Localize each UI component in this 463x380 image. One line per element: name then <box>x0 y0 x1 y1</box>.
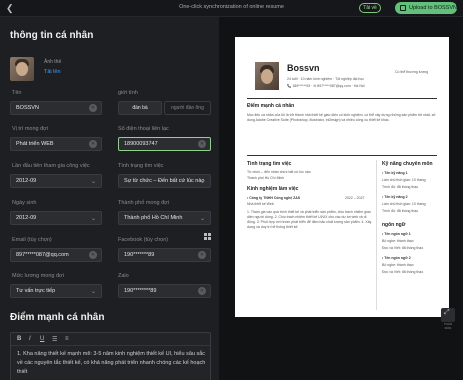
resume-photo <box>255 62 279 90</box>
edit-panel: thông tin cá nhân Ảnh thẻ Tải lên Tên BO… <box>0 17 219 380</box>
resume-lang2: • Tên ngôn ngữ 2 <box>382 256 411 260</box>
grid-icon[interactable] <box>204 233 211 240</box>
resume-skill1-duration: Làm chủ thời gian: 10 tháng <box>382 178 426 182</box>
resume-experience-head: Kinh nghiệm làm việc <box>247 186 299 192</box>
start-work-select[interactable]: 2012-09 ⌄ <box>10 174 102 188</box>
clear-icon[interactable]: ✕ <box>198 287 206 295</box>
resume-lang1: • Tên ngôn ngữ 1 <box>382 232 411 236</box>
resume-name: Bossvn <box>287 63 320 73</box>
resume-skill2-level: Trình độ: đã thông thạo <box>382 209 419 213</box>
city-label: Thành phố mong đợi <box>118 200 170 206</box>
fullscreen-label: TOÀN MÀN <box>443 322 453 330</box>
resume-company-dates: 2022 – 2027 <box>345 196 365 200</box>
section-divider <box>247 155 437 156</box>
zalo-label: Zalo <box>118 273 129 279</box>
resume-lang2-level: Bộ nghe: thành thạo <box>382 263 414 267</box>
phone-input[interactable]: 18900093747 ✕ <box>118 137 211 151</box>
start-work-label: Lần đầu tiên tham gia công việc <box>12 163 90 169</box>
numbered-list-icon[interactable]: ≡ <box>65 336 69 342</box>
facebook-input[interactable]: 190*******89 ✕ <box>118 248 211 262</box>
clear-icon[interactable]: ✕ <box>198 251 206 259</box>
photo-label: Ảnh thẻ <box>44 59 62 65</box>
download-button[interactable]: Tải về <box>359 3 381 13</box>
chevron-down-icon: ⌄ <box>199 216 205 222</box>
header-divider <box>247 98 437 99</box>
city-select[interactable]: Thành phố Hồ Chí Minh ⌄ <box>118 211 211 225</box>
salary-label: Mức lương mong đợi <box>12 273 64 279</box>
resume-subtitle: 24 tuổi · 10 năm kinh nghiệm · Tốt nghiệ… <box>287 77 364 81</box>
position-input[interactable]: Phát triển WEB ✕ <box>10 137 102 151</box>
strengths-editor[interactable]: B I U ☰ ≡ 1. Kha năng thiết kế mạnh mẽ: … <box>10 332 211 380</box>
resume-jobstatus-text: Từ chức – đến nhận chức bất cứ lúc nào <box>247 170 311 174</box>
birth-select[interactable]: 2012-09 ⌄ <box>10 211 102 225</box>
name-label: Tên <box>12 90 22 96</box>
strengths-title: Điểm mạnh cá nhân <box>10 312 105 323</box>
resume-skill1-level: Trình độ: đã thông thạo <box>382 185 419 189</box>
resume-contact: 📞 189******93 · ✉ 897*****087@qq.com · H… <box>287 84 365 88</box>
editor-toolbar: B I U ☰ ≡ <box>11 333 210 346</box>
clear-icon[interactable]: ✕ <box>89 140 97 148</box>
top-bar: ❮ One-click synchronization of online re… <box>0 0 463 17</box>
resume-lang-head: ngôn ngữ <box>382 222 406 228</box>
salary-select[interactable]: Tư vấn trực tiếp ⌄ <box>10 284 102 298</box>
clear-icon[interactable]: ✕ <box>89 251 97 259</box>
upload-photo-link[interactable]: Tải lên <box>44 69 61 75</box>
chevron-down-icon: ⌄ <box>199 179 205 185</box>
strengths-text: 1. Kha năng thiết kế mạnh mẽ: 3-5 năm ki… <box>17 351 206 375</box>
resume-company: • Công ty TNHH Công nghệ ZAS <box>247 196 301 200</box>
resume-lang1-rw: Đọc và Viết: đã thông thạo <box>382 246 424 250</box>
facebook-label: Facebook (tùy chọn) <box>118 237 169 243</box>
resume-role: Nhà thiết kế Web <box>247 202 274 206</box>
chevron-down-icon: ⌄ <box>90 216 96 222</box>
bold-icon[interactable]: B <box>17 336 21 342</box>
job-status-label: Tình trạng tìm việc <box>118 163 164 169</box>
chevron-down-icon: ⌄ <box>90 179 96 185</box>
underline-icon[interactable]: U <box>40 336 44 342</box>
birth-label: Ngày sinh <box>12 200 37 206</box>
chevron-down-icon: ⌄ <box>90 289 96 295</box>
resume-experience-text: 1. Tham gia vào quá trình thiết kế và ph… <box>247 210 372 229</box>
resume-lang1-level: Bộ nghe: thành thạo <box>382 239 414 243</box>
resume-jobstatus-sub: Thành phố Hồ Chí Minh <box>247 176 285 180</box>
resume-strengths-head: Điểm mạnh cá nhân <box>247 103 295 109</box>
resume-strengths-text: Mục tiêu cá nhân của tôi là trở thành nh… <box>247 113 436 122</box>
clear-icon[interactable]: ✕ <box>198 140 206 148</box>
fullscreen-icon[interactable]: ⤢ <box>441 308 455 322</box>
resume-skill2: • Tên kỹ năng 2 <box>382 195 408 199</box>
resume-extra-right: Có thể thương lượng <box>395 70 429 74</box>
bullet-list-icon[interactable]: ☰ <box>52 336 57 343</box>
resume-skills-head: Kỹ năng chuyên môn <box>382 161 433 167</box>
upload-icon <box>400 5 406 11</box>
page-title: One-click synchronization of online resu… <box>179 4 284 10</box>
resume-preview: Bossvn 24 tuổi · 10 năm kinh nghiệm · Tố… <box>235 37 449 317</box>
gender-male-option[interactable]: người đàn ông <box>164 101 211 115</box>
resume-skill2-duration: Làm chủ thời gian: 10 tháng <box>382 202 426 206</box>
avatar[interactable] <box>10 57 34 81</box>
resume-skill1: • Tên kỹ năng 1 <box>382 171 408 175</box>
preview-panel: Bossvn 24 tuổi · 10 năm kinh nghiệm · Tố… <box>219 17 463 380</box>
gender-label: giới tính <box>118 90 138 96</box>
gender-female-option[interactable]: đàn bà <box>118 101 162 115</box>
italic-icon[interactable]: I <box>29 336 31 342</box>
resume-jobstatus-head: Tình trạng tìm việc <box>247 161 292 167</box>
column-divider <box>376 160 377 310</box>
phone-label: Số điện thoại liên lạc <box>118 126 169 132</box>
email-label: Email (tùy chọn) <box>12 237 52 243</box>
resume-lang2-rw: Đọc và Viết: đã thông thạo <box>382 270 424 274</box>
position-label: Vị trí mong đợi <box>12 126 49 132</box>
zalo-input[interactable]: 190********89 ✕ <box>118 284 211 298</box>
clear-icon[interactable]: ✕ <box>89 104 97 112</box>
upload-button-label: Upload to BOSSVN <box>409 5 457 11</box>
name-input[interactable]: BOSSVN ✕ <box>10 101 102 115</box>
personal-info-title: thông tin cá nhân <box>10 30 94 41</box>
job-status-select[interactable]: Sự từ chức – Đến bất cứ lúc nào ⌄ <box>118 174 211 188</box>
email-input[interactable]: 897*****087@qq.com ✕ <box>10 248 102 262</box>
upload-button[interactable]: Upload to BOSSVN <box>395 2 457 14</box>
